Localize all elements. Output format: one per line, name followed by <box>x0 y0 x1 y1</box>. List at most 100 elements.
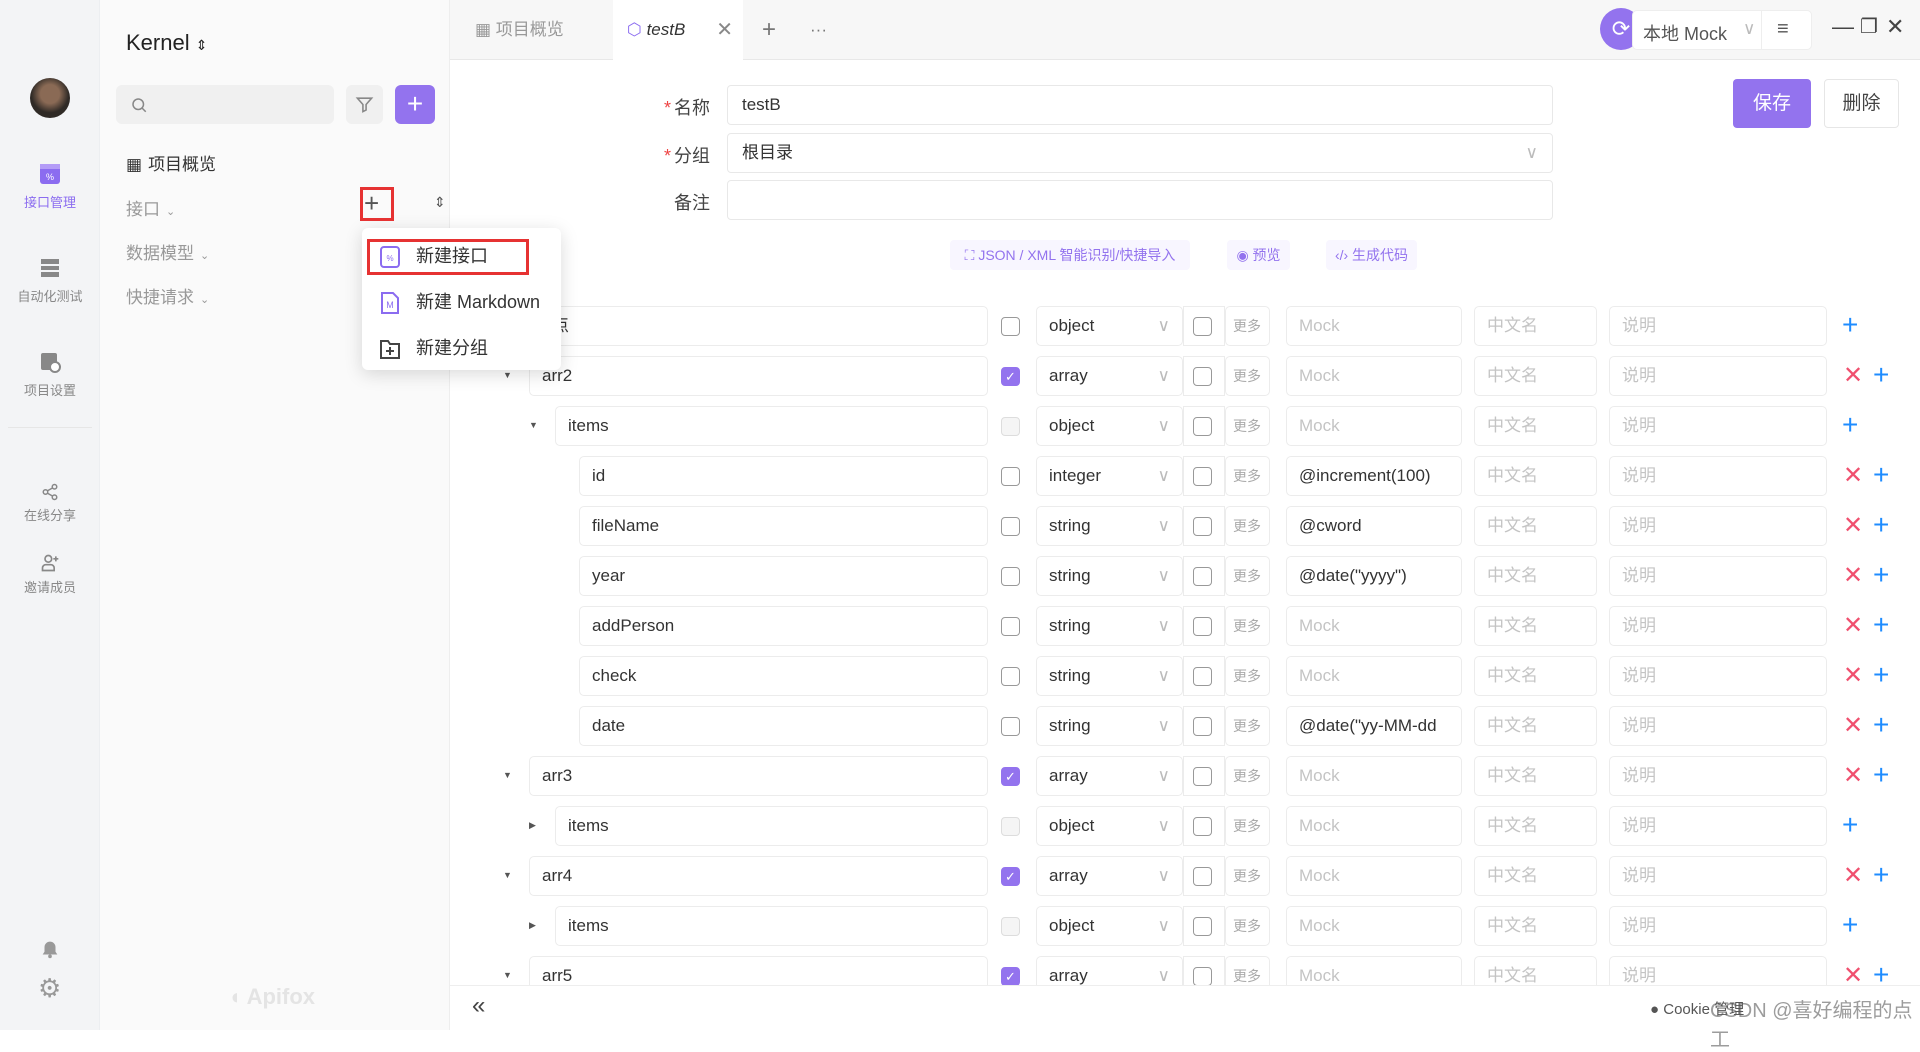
delete-button[interactable]: 删除 <box>1824 79 1899 128</box>
field-name-input[interactable]: 根节点 <box>505 306 988 346</box>
remark-input[interactable] <box>727 180 1553 220</box>
delete-row-icon[interactable]: ✕ <box>1843 564 1863 588</box>
more-button[interactable]: 更多 <box>1225 806 1270 846</box>
required-checkbox[interactable] <box>1001 567 1020 586</box>
more-button[interactable]: 更多 <box>1225 856 1270 896</box>
mock-input[interactable]: @increment(100) <box>1286 456 1462 496</box>
tab-project-overview[interactable]: ▦ 项目概览 <box>475 0 595 60</box>
description-input[interactable]: 说明 <box>1609 506 1827 546</box>
nullable-checkbox[interactable] <box>1193 967 1212 986</box>
type-select[interactable]: string ∨ <box>1036 606 1183 646</box>
type-select[interactable]: object ∨ <box>1036 306 1183 346</box>
add-button[interactable]: + <box>395 85 435 124</box>
type-select[interactable]: string ∨ <box>1036 656 1183 696</box>
description-input[interactable]: 说明 <box>1609 906 1827 946</box>
nullable-checkbox[interactable] <box>1193 417 1212 436</box>
minimize-icon[interactable]: — <box>1832 14 1854 40</box>
required-checkbox[interactable] <box>1001 817 1020 836</box>
expand-collapse-icon[interactable]: ⇕ <box>434 194 446 211</box>
description-input[interactable]: 说明 <box>1609 606 1827 646</box>
chinese-name-input[interactable]: 中文名 <box>1474 606 1597 646</box>
mock-input[interactable]: @date("yy-MM-dd <box>1286 706 1462 746</box>
add-child-icon[interactable]: + <box>1842 411 1858 439</box>
required-checkbox[interactable] <box>1001 517 1020 536</box>
project-switcher[interactable]: Kernel ⇕ <box>126 30 207 56</box>
chinese-name-input[interactable]: 中文名 <box>1474 706 1597 746</box>
nullable-checkbox[interactable] <box>1193 517 1212 536</box>
delete-row-icon[interactable]: ✕ <box>1843 864 1863 888</box>
type-select[interactable]: object ∨ <box>1036 806 1183 846</box>
mock-input[interactable]: @date("yyyy") <box>1286 556 1462 596</box>
add-row-icon[interactable]: + <box>1873 861 1889 889</box>
chinese-name-input[interactable]: 中文名 <box>1474 456 1597 496</box>
nullable-checkbox[interactable] <box>1193 917 1212 936</box>
description-input[interactable]: 说明 <box>1609 856 1827 896</box>
mock-input[interactable]: Mock <box>1286 656 1462 696</box>
collapse-sidebar-button[interactable]: « <box>472 992 485 1020</box>
description-input[interactable]: 说明 <box>1609 806 1827 846</box>
description-input[interactable]: 说明 <box>1609 756 1827 796</box>
caret-down-icon[interactable]: ▼ <box>503 370 512 380</box>
chinese-name-input[interactable]: 中文名 <box>1474 656 1597 696</box>
more-button[interactable]: 更多 <box>1225 306 1270 346</box>
add-row-icon[interactable]: + <box>1873 511 1889 539</box>
sidebar-item-overview[interactable]: ▦ 项目概览 <box>126 150 216 175</box>
search-input[interactable] <box>116 85 334 124</box>
field-name-input[interactable]: arr4 <box>529 856 988 896</box>
rail-item-api-management[interactable]: % 接口管理 <box>0 162 100 211</box>
chinese-name-input[interactable]: 中文名 <box>1474 906 1597 946</box>
mock-input[interactable]: Mock <box>1286 856 1462 896</box>
name-input[interactable]: testB <box>727 85 1553 125</box>
add-row-icon[interactable]: + <box>1873 961 1889 989</box>
field-name-input[interactable]: addPerson <box>579 606 988 646</box>
delete-row-icon[interactable]: ✕ <box>1843 614 1863 638</box>
description-input[interactable]: 说明 <box>1609 706 1827 746</box>
delete-row-icon[interactable]: ✕ <box>1843 364 1863 388</box>
more-button[interactable]: 更多 <box>1225 756 1270 796</box>
group-select[interactable]: 根目录 ∨ <box>727 133 1553 173</box>
sidebar-section-api[interactable]: 接口 ⌄ <box>126 195 175 220</box>
field-name-input[interactable]: year <box>579 556 988 596</box>
filter-button[interactable] <box>346 85 383 124</box>
required-checkbox[interactable]: ✓ <box>1001 967 1020 986</box>
description-input[interactable]: 说明 <box>1609 356 1827 396</box>
field-name-input[interactable]: items <box>555 906 988 946</box>
nullable-checkbox[interactable] <box>1193 667 1212 686</box>
field-name-input[interactable]: items <box>555 806 988 846</box>
tab-testB[interactable]: ⬡ testB ✕ <box>613 0 743 61</box>
delete-row-icon[interactable]: ✕ <box>1843 664 1863 688</box>
chinese-name-input[interactable]: 中文名 <box>1474 806 1597 846</box>
required-checkbox[interactable] <box>1001 417 1020 436</box>
nullable-checkbox[interactable] <box>1193 817 1212 836</box>
required-checkbox[interactable] <box>1001 717 1020 736</box>
type-select[interactable]: string ∨ <box>1036 706 1183 746</box>
mock-input[interactable]: Mock <box>1286 356 1462 396</box>
menu-item-new-markdown[interactable]: M 新建 Markdown <box>380 288 540 315</box>
more-button[interactable]: 更多 <box>1225 506 1270 546</box>
more-button[interactable]: 更多 <box>1225 456 1270 496</box>
chinese-name-input[interactable]: 中文名 <box>1474 556 1597 596</box>
close-tab-icon[interactable]: ✕ <box>716 0 733 60</box>
required-checkbox[interactable] <box>1001 317 1020 336</box>
new-tab-button[interactable]: + <box>762 0 776 60</box>
add-row-icon[interactable]: + <box>1873 361 1889 389</box>
more-button[interactable]: 更多 <box>1225 656 1270 696</box>
add-row-icon[interactable]: + <box>1873 561 1889 589</box>
chinese-name-input[interactable]: 中文名 <box>1474 306 1597 346</box>
more-button[interactable]: 更多 <box>1225 906 1270 946</box>
type-select[interactable]: object ∨ <box>1036 906 1183 946</box>
nullable-checkbox[interactable] <box>1193 767 1212 786</box>
json-import-button[interactable]: ⛶ JSON / XML 智能识别/快捷导入 <box>950 240 1190 270</box>
description-input[interactable]: 说明 <box>1609 556 1827 596</box>
caret-down-icon[interactable]: ▼ <box>529 420 538 430</box>
type-select[interactable]: object ∨ <box>1036 406 1183 446</box>
chinese-name-input[interactable]: 中文名 <box>1474 406 1597 446</box>
caret-right-icon[interactable]: ▶ <box>529 920 536 931</box>
nullable-checkbox[interactable] <box>1193 317 1212 336</box>
mock-input[interactable]: Mock <box>1286 406 1462 446</box>
add-row-icon[interactable]: + <box>1873 711 1889 739</box>
preview-button[interactable]: ◉ 预览 <box>1227 240 1290 270</box>
nullable-checkbox[interactable] <box>1193 467 1212 486</box>
chinese-name-input[interactable]: 中文名 <box>1474 856 1597 896</box>
required-checkbox[interactable] <box>1001 667 1020 686</box>
